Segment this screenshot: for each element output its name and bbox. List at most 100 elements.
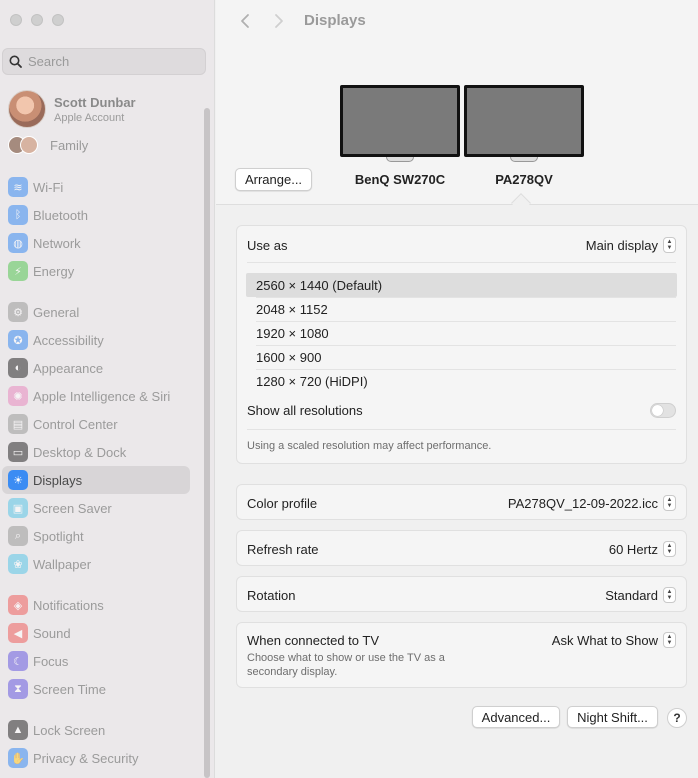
sidebar-item-focus[interactable]: ☾ Focus	[2, 647, 190, 675]
family-avatar	[20, 136, 38, 154]
monitor-screen	[467, 88, 581, 154]
sidebar-item-sound[interactable]: ◀ Sound	[2, 619, 190, 647]
refresh-rate-label: Refresh rate	[247, 541, 319, 557]
show-all-toggle[interactable]	[650, 402, 676, 418]
sidebar-item-wi-fi[interactable]: ≋ Wi-Fi	[2, 173, 190, 201]
rotation-label: Rotation	[247, 587, 296, 603]
refresh-rate-row: Refresh rate 60 Hertz ▲ ▼	[247, 538, 676, 560]
sidebar-item-label: Spotlight	[33, 528, 84, 544]
resolution-option[interactable]: 1280 × 720 (HiDPI)	[246, 369, 677, 393]
appearance-icon: ◐	[8, 358, 28, 378]
rotation-popup[interactable]: Standard ▲ ▼	[605, 587, 676, 603]
monitor-label-benq[interactable]: BenQ SW270C	[340, 172, 460, 187]
monitor-benq[interactable]	[340, 85, 460, 162]
sidebar-item-accessibility[interactable]: ✪ Accessibility	[2, 326, 190, 354]
sidebar-item-label: Network	[33, 235, 81, 251]
divider	[247, 262, 676, 263]
arrange-button[interactable]: Arrange...	[235, 168, 312, 191]
sidebar-item-spotlight[interactable]: ⌕ Spotlight	[2, 522, 190, 550]
divider	[247, 429, 676, 430]
resolution-option[interactable]: 2560 × 1440 (Default)	[246, 273, 677, 297]
moon-icon: ☾	[8, 651, 28, 671]
magnifier-icon: ⌕	[8, 526, 28, 546]
sidebar-item-label: Notifications	[33, 597, 104, 613]
sidebar-item-label: Screen Time	[33, 681, 106, 697]
resolution-option[interactable]: 1600 × 900	[246, 345, 677, 369]
rotation-row: Rotation Standard ▲ ▼	[247, 584, 676, 606]
use-as-label: Use as	[247, 237, 288, 253]
sidebar-item-label: Sound	[33, 625, 71, 641]
wifi-icon: ≋	[8, 177, 28, 197]
tv-popup[interactable]: Ask What to Show ▲ ▼	[552, 632, 676, 648]
sidebar-item-notifications[interactable]: ◈ Notifications	[2, 591, 190, 619]
sidebar-item-screen-time[interactable]: ⧗ Screen Time	[2, 675, 190, 703]
tv-label: When connected to TV	[247, 633, 380, 648]
sidebar-item-network[interactable]: ◍ Network	[2, 229, 190, 257]
monitor-pa278qv[interactable]	[464, 85, 584, 162]
monitor-stand	[510, 157, 538, 162]
chevron-up-down-icon: ▲ ▼	[663, 237, 676, 253]
sidebar-item-general[interactable]: ⚙ General	[2, 298, 190, 326]
search-field[interactable]	[2, 48, 206, 75]
sidebar-item-energy[interactable]: ⚡ Energy	[2, 257, 190, 285]
bluetooth-icon: ᛒ	[8, 205, 28, 225]
show-all-label: Show all resolutions	[247, 402, 363, 418]
sidebar-item-label: Control Center	[33, 416, 118, 432]
minimize-window-button[interactable]	[31, 14, 43, 26]
sidebar-item-lock-screen[interactable]: ▲ Lock Screen	[2, 716, 190, 744]
close-window-button[interactable]	[10, 14, 22, 26]
sidebar-item-displays[interactable]: ☀ Displays	[2, 466, 190, 494]
battery-icon: ⚡	[8, 261, 28, 281]
resolution-option[interactable]: 2048 × 1152	[246, 297, 677, 321]
rotation-panel: Rotation Standard ▲ ▼	[236, 576, 687, 612]
sidebar-scrollbar[interactable]	[204, 108, 210, 778]
sidebar-item-wallpaper[interactable]: ❀ Wallpaper	[2, 550, 190, 578]
resolution-panel: Use as Main display ▲ ▼ 2560 × 1440 (Defa…	[236, 225, 687, 464]
use-as-value: Main display	[585, 237, 658, 253]
help-button[interactable]: ?	[667, 708, 687, 728]
sidebar-item-control-center[interactable]: ▤ Control Center	[2, 410, 190, 438]
family-label: Family	[50, 137, 89, 153]
color-profile-popup[interactable]: PA278QV_12-09-2022.icc ▲ ▼	[508, 495, 676, 511]
apple-account-item[interactable]: Scott Dunbar Apple Account	[8, 90, 136, 128]
sidebar-item-privacy-security[interactable]: ✋ Privacy & Security	[2, 744, 190, 772]
sidebar-item-label: General	[33, 304, 80, 320]
refresh-rate-panel: Refresh rate 60 Hertz ▲ ▼	[236, 530, 687, 566]
zoom-window-button[interactable]	[52, 14, 64, 26]
refresh-rate-value: 60 Hertz	[608, 541, 658, 557]
color-profile-row: Color profile PA278QV_12-09-2022.icc ▲ ▼	[247, 492, 676, 514]
advanced-button[interactable]: Advanced...	[472, 706, 560, 728]
hourglass-icon: ⧗	[8, 679, 28, 699]
lock-icon: ▲	[8, 720, 28, 740]
monitor-label-pa278qv[interactable]: PA278QV	[464, 172, 584, 187]
globe-icon: ◍	[8, 233, 28, 253]
refresh-rate-popup[interactable]: 60 Hertz ▲ ▼	[609, 541, 676, 557]
sidebar-item-desktop-dock[interactable]: ▭ Desktop & Dock	[2, 438, 190, 466]
forward-button[interactable]	[266, 8, 292, 34]
sidebar-item-bluetooth[interactable]: ᛒ Bluetooth	[2, 201, 190, 229]
sidebar-item-screen-saver[interactable]: ▣ Screen Saver	[2, 494, 190, 522]
search-input[interactable]	[28, 54, 198, 69]
sidebar-item-label: Appearance	[33, 360, 104, 376]
sidebar-item-label: Lock Screen	[33, 722, 106, 738]
chevron-up-down-icon: ▲ ▼	[663, 495, 676, 511]
use-as-popup[interactable]: Main display ▲ ▼	[586, 237, 676, 253]
sidebar-item-apple-intelligence-siri[interactable]: ✺ Apple Intelligence & Siri	[2, 382, 190, 410]
chevron-up-down-icon: ▲ ▼	[663, 632, 676, 648]
sidebar-item-appearance[interactable]: ◐ Appearance	[2, 354, 190, 382]
monitor-screen	[343, 88, 457, 154]
display-arrangement-header: Displays Arrange... BenQ SW270C PA278QV	[216, 0, 698, 213]
sidebar-item-label: Accessibility	[33, 332, 104, 348]
tv-text: When connected to TV Choose what to show…	[247, 633, 467, 679]
sidebar-item-label: Screen Saver	[33, 500, 112, 516]
speaker-icon: ◀	[8, 623, 28, 643]
night-shift-button[interactable]: Night Shift...	[567, 706, 658, 728]
sun-icon: ☀	[8, 470, 28, 490]
gear-icon: ⚙	[8, 302, 28, 322]
back-button[interactable]	[232, 8, 258, 34]
resolution-option[interactable]: 1920 × 1080	[246, 321, 677, 345]
hand-icon: ✋	[8, 748, 28, 768]
sidebar-item-label: Wallpaper	[33, 556, 92, 572]
account-name: Scott Dunbar	[54, 94, 136, 110]
family-item[interactable]: Family	[8, 136, 88, 154]
